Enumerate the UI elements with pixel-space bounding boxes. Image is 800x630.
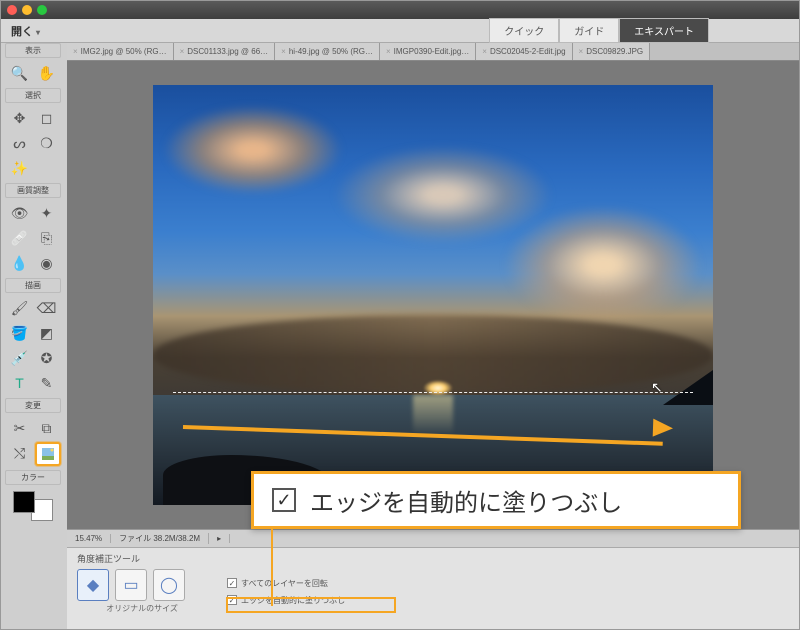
callout-text: エッジを自動的に塗りつぶし [310,483,622,518]
zoom-level[interactable]: 15.47% [67,534,111,543]
mode-quick-tab[interactable]: クイック [489,18,559,43]
color-swatches[interactable] [13,491,53,521]
option-sublabel: オリジナルのサイズ [77,603,207,614]
doc-tab-0[interactable]: ×IMG2.jpg @ 50% (RG… [67,43,174,60]
eyedropper-tool[interactable]: 💉 [8,347,32,369]
close-icon[interactable]: × [482,47,487,56]
checkbox-checked-icon: ✓ [272,488,296,512]
shape-tool[interactable]: ✪ [35,347,59,369]
section-select: 選択 [5,88,61,103]
doc-tab-5[interactable]: ×DSC09829.JPG [573,43,651,60]
lasso-tool[interactable]: ᔕ [8,132,32,154]
status-bar: 15.47% ファイル 38.2M/38.2M ▸ [67,529,799,547]
close-icon[interactable]: × [281,47,286,56]
file-size-info: ファイル 38.2M/38.2M [111,533,209,544]
crop-tool[interactable]: ✂ [8,417,32,439]
clone-tool[interactable]: ⎘ [35,227,59,249]
mode-expert-tab[interactable]: エキスパート [619,18,709,43]
section-enhance: 画質調整 [5,183,61,198]
open-menu[interactable]: 開く▾ [11,23,40,39]
app-menubar: 開く▾ クイック ガイド エキスパート [1,19,799,43]
close-icon[interactable]: × [73,47,78,56]
brush-tool[interactable]: 🖌 [8,297,32,319]
section-color: カラー [5,470,61,485]
horizon-guide-line [173,392,693,393]
photo-landform [663,370,713,405]
autofill-edges-checkbox[interactable]: ✓ エッジを自動的に塗りつぶし [227,595,345,606]
section-view: 表示 [5,43,61,58]
canvas-area[interactable]: ↖ [67,61,799,529]
foreground-color-swatch[interactable] [13,491,35,513]
mode-guide-tab[interactable]: ガイド [559,18,619,43]
straighten-tool[interactable] [35,442,61,466]
document-image[interactable]: ↖ [153,85,713,505]
photo-sun [423,380,453,396]
mode-tabs: クイック ガイド エキスパート [489,18,709,43]
checkbox-icon: ✓ [227,578,237,588]
photo-cloud [163,105,343,195]
type-tool[interactable]: T [8,372,32,394]
section-draw: 描画 [5,278,61,293]
tool-options-panel: 角度補正ツール ◆ ▭ ◯ オリジナルのサイズ ✓ すべてのレイヤーを回転 ✓ … [67,547,799,629]
content-move-tool[interactable]: ⤭ [8,442,32,464]
doc-tab-1[interactable]: ×DSC01133.jpg @ 66… [174,43,276,60]
chevron-down-icon: ▾ [36,28,40,37]
cursor-icon: ↖ [651,379,663,396]
close-icon[interactable]: × [579,47,584,56]
eraser-tool[interactable]: ⌫ [35,297,59,319]
doc-tab-2[interactable]: ×hi-49.jpg @ 50% (RG… [275,43,380,60]
fill-tool[interactable]: 🪣 [8,322,32,344]
zoom-tool[interactable]: 🔍 [8,62,32,84]
document-tab-bar: ×IMG2.jpg @ 50% (RG… ×DSC01133.jpg @ 66…… [67,43,799,61]
magic-wand-tool[interactable]: ✨ [8,157,32,179]
doc-tab-3[interactable]: ×IMGP0390-Edit.jpg… [380,43,476,60]
close-icon[interactable]: × [180,47,185,56]
whiten-tool[interactable]: ✦ [35,202,59,224]
hand-tool[interactable]: ✋ [35,62,59,84]
status-menu-arrow[interactable]: ▸ [209,534,230,543]
healing-tool[interactable]: 🩹 [8,227,32,249]
close-icon[interactable]: × [386,47,391,56]
rotate-all-layers-label: すべてのレイヤーを回転 [241,578,328,589]
gradient-tool[interactable]: ◩ [35,322,59,344]
move-tool[interactable]: ✥ [8,107,32,129]
canvas-crop-button[interactable]: ▭ [115,569,147,601]
arrow-head-icon [653,419,674,438]
callout-leader-line [271,528,273,606]
canvas-original-button[interactable]: ◆ [77,569,109,601]
zoom-window-button[interactable] [37,5,47,15]
tool-options-title: 角度補正ツール [77,552,789,565]
blur-tool[interactable]: 💧 [8,252,32,274]
quick-select-tool[interactable]: ❍ [35,132,59,154]
section-modify: 変更 [5,398,61,413]
canvas-expand-button[interactable]: ◯ [153,569,185,601]
recompose-tool[interactable]: ⧉ [35,417,59,439]
minimize-window-button[interactable] [22,5,32,15]
rotate-all-layers-checkbox[interactable]: ✓ すべてのレイヤーを回転 [227,578,345,589]
doc-tab-4[interactable]: ×DSC02045-2-Edit.jpg [476,43,572,60]
tool-panel: 表示 🔍 ✋ 選択 ✥ ◻ ᔕ ❍ ✨ 画質調整 👁 ✦ 🩹 ⎘ 💧 ◉ 描画 … [3,43,63,521]
checkbox-icon: ✓ [227,595,237,605]
pencil-tool[interactable]: ✎ [35,372,59,394]
photo-cloud [503,205,703,325]
callout-box: ✓ エッジを自動的に塗りつぶし [251,471,741,529]
close-window-button[interactable] [7,5,17,15]
window-titlebar [1,1,799,19]
photo-reflection [413,395,453,435]
sponge-tool[interactable]: ◉ [35,252,59,274]
autofill-edges-label: エッジを自動的に塗りつぶし [241,595,345,606]
marquee-tool[interactable]: ◻ [35,107,59,129]
redeye-tool[interactable]: 👁 [8,202,32,224]
